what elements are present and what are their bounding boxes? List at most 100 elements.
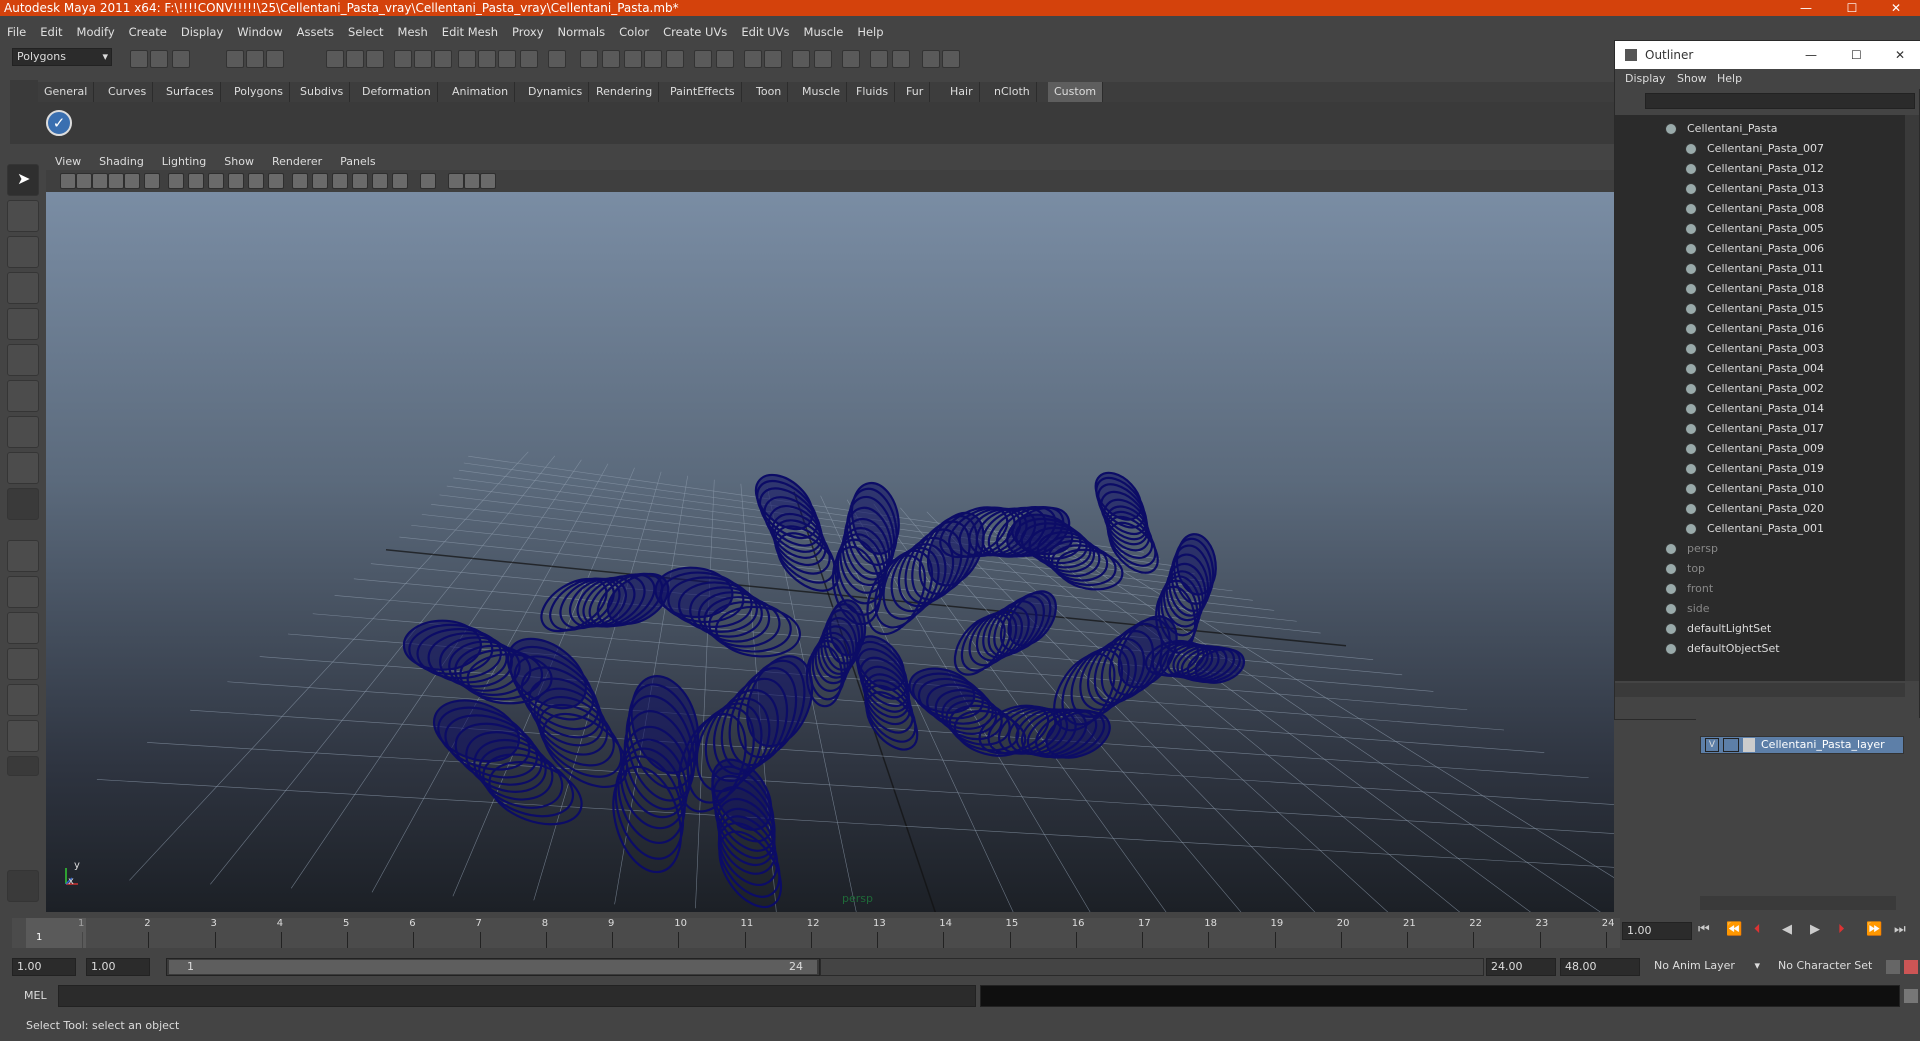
status-tool-icon[interactable] (716, 50, 734, 68)
menu-select[interactable]: Select (341, 25, 390, 39)
menu-window[interactable]: Window (230, 25, 289, 39)
panel-tool-icon[interactable] (208, 173, 224, 189)
go-to-end-icon[interactable]: ⏭ (1894, 922, 1906, 937)
layer-row[interactable]: V Cellentani_Pasta_layer (1700, 736, 1904, 754)
status-tool-icon[interactable] (266, 50, 284, 68)
status-tool-icon[interactable] (764, 50, 782, 68)
menu-modify[interactable]: Modify (70, 25, 122, 39)
soft-mod-tool-button[interactable] (7, 416, 39, 448)
minimize-button[interactable]: — (1784, 0, 1828, 16)
select-tool-button[interactable]: ➤ (7, 164, 39, 196)
show-manipulator-button[interactable] (7, 452, 39, 484)
outliner-item-mesh[interactable]: Cellentani_Pasta_018 (1615, 279, 1905, 299)
menu-file[interactable]: File (0, 25, 33, 39)
shelf-tab-fur[interactable]: Fur (900, 82, 931, 102)
outliner-menu-display[interactable]: Display (1625, 72, 1666, 85)
status-tool-icon[interactable] (666, 50, 684, 68)
outliner-item-mesh[interactable]: Cellentani_Pasta_015 (1615, 299, 1905, 319)
panel-tool-icon[interactable] (76, 173, 92, 189)
panel-menu-panels[interactable]: Panels (331, 155, 384, 168)
outliner-item-mesh[interactable]: Cellentani_Pasta_003 (1615, 339, 1905, 359)
shelf-tab-surfaces[interactable]: Surfaces (160, 82, 221, 102)
outliner-horizontal-scrollbar[interactable] (1615, 683, 1905, 697)
status-tool-icon[interactable] (744, 50, 762, 68)
status-tool-icon[interactable] (580, 50, 598, 68)
panel-menu-show[interactable]: Show (215, 155, 263, 168)
outliner-item-mesh[interactable]: Cellentani_Pasta_014 (1615, 399, 1905, 419)
preferences-icon[interactable] (1904, 960, 1918, 974)
outliner-item-mesh[interactable]: Cellentani_Pasta_005 (1615, 219, 1905, 239)
outliner-item-mesh[interactable]: Cellentani_Pasta_006 (1615, 239, 1905, 259)
status-tool-icon[interactable] (346, 50, 364, 68)
play-forwards-icon[interactable]: ▶ (1810, 922, 1820, 937)
outliner-vertical-scrollbar[interactable] (1905, 115, 1919, 681)
layout-options-button[interactable] (7, 756, 39, 776)
range-slider[interactable]: 1 24 (166, 958, 820, 976)
maximize-button[interactable]: ☐ (1830, 0, 1874, 16)
outliner-maximize-button[interactable]: ☐ (1851, 41, 1862, 69)
panel-tool-icon[interactable] (392, 173, 408, 189)
move-tool-button[interactable] (7, 272, 39, 304)
current-time-field[interactable]: 1.00 (1622, 922, 1692, 940)
status-tool-icon[interactable] (870, 50, 888, 68)
status-tool-icon[interactable] (922, 50, 940, 68)
anim-layer-dropdown[interactable]: No Anim Layer ▾ (1650, 958, 1762, 976)
shelf-tab-toon[interactable]: Toon (750, 82, 789, 102)
step-back-frame-icon[interactable]: ⏴ (1754, 922, 1761, 937)
four-view-layout-button[interactable] (7, 576, 39, 608)
outliner-item-mesh[interactable]: Cellentani_Pasta_012 (1615, 159, 1905, 179)
current-frame-marker[interactable] (26, 918, 86, 948)
status-tool-icon[interactable] (624, 50, 642, 68)
status-tool-icon[interactable] (130, 50, 148, 68)
outliner-item-root[interactable]: Cellentani_Pasta (1615, 119, 1905, 139)
status-tool-icon[interactable] (792, 50, 810, 68)
menu-assets[interactable]: Assets (290, 25, 341, 39)
outliner-item-mesh[interactable]: Cellentani_Pasta_008 (1615, 199, 1905, 219)
outliner-item-mesh[interactable]: Cellentani_Pasta_016 (1615, 319, 1905, 339)
outliner-item-camera[interactable]: top (1615, 559, 1905, 579)
status-tool-icon[interactable] (892, 50, 910, 68)
range-slider-handle[interactable] (169, 960, 817, 974)
menu-muscle[interactable]: Muscle (797, 25, 851, 39)
panel-tool-icon[interactable] (92, 173, 108, 189)
menu-mesh[interactable]: Mesh (391, 25, 435, 39)
status-tool-icon[interactable] (842, 50, 860, 68)
hand-icon[interactable] (7, 870, 39, 902)
shelf-tab-general[interactable]: General (38, 82, 95, 102)
persp-hypershade-layout-button[interactable] (7, 684, 39, 716)
checkmark-icon[interactable]: ✓ (46, 110, 72, 136)
status-tool-icon[interactable] (226, 50, 244, 68)
outliner-item-mesh[interactable]: Cellentani_Pasta_019 (1615, 459, 1905, 479)
shelf-tab-dynamics[interactable]: Dynamics (522, 82, 590, 102)
panel-tool-icon[interactable] (188, 173, 204, 189)
panel-tool-icon[interactable] (352, 173, 368, 189)
perspective-viewport[interactable]: persp y x (46, 192, 1614, 912)
status-tool-icon[interactable] (326, 50, 344, 68)
persp-graph-layout-button[interactable] (7, 648, 39, 680)
persp-ortho-layout-button[interactable] (7, 720, 39, 752)
scale-tool-button[interactable] (7, 344, 39, 376)
menu-normals[interactable]: Normals (551, 25, 613, 39)
shelf-tab-deformation[interactable]: Deformation (356, 82, 438, 102)
status-tool-icon[interactable] (172, 50, 190, 68)
outliner-item-mesh[interactable]: Cellentani_Pasta_009 (1615, 439, 1905, 459)
shelf-tab-subdivs[interactable]: Subdivs (294, 82, 351, 102)
panel-tool-icon[interactable] (108, 173, 124, 189)
shelf-tab-custom[interactable]: Custom (1048, 82, 1104, 102)
step-forward-key-icon[interactable]: ⏩ (1866, 922, 1882, 937)
status-tool-icon[interactable] (458, 50, 476, 68)
status-tool-icon[interactable] (942, 50, 960, 68)
layer-color-swatch[interactable] (1743, 738, 1755, 752)
outliner-item-mesh[interactable]: Cellentani_Pasta_013 (1615, 179, 1905, 199)
outliner-close-button[interactable]: ✕ (1895, 41, 1905, 69)
go-to-start-icon[interactable]: ⏮ (1698, 922, 1710, 937)
outliner-item-mesh[interactable]: Cellentani_Pasta_007 (1615, 139, 1905, 159)
panel-tool-icon[interactable] (464, 173, 480, 189)
panel-menu-lighting[interactable]: Lighting (153, 155, 215, 168)
status-tool-icon[interactable] (548, 50, 566, 68)
status-tool-icon[interactable] (394, 50, 412, 68)
outliner-item-camera[interactable]: side (1615, 599, 1905, 619)
panel-tool-icon[interactable] (480, 173, 496, 189)
shelf-tab-polygons[interactable]: Polygons (228, 82, 290, 102)
outliner-minimize-button[interactable]: — (1805, 41, 1817, 69)
